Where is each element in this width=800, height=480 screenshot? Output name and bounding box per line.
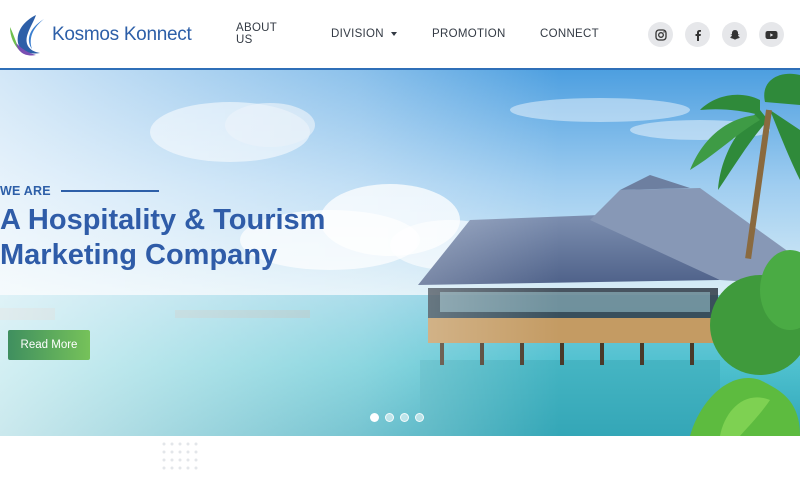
youtube-icon[interactable] bbox=[759, 22, 784, 47]
brand-name: Kosmos Konnect bbox=[52, 24, 192, 45]
carousel-dot-4[interactable] bbox=[415, 413, 424, 422]
hero-banner: WE ARE A Hospitality & Tourism Marketing… bbox=[0, 70, 800, 436]
nav-promotion-label: PROMOTION bbox=[432, 28, 506, 40]
nav-division-label: DIVISION bbox=[331, 28, 384, 40]
snapchat-icon[interactable] bbox=[722, 22, 747, 47]
brand-logo[interactable]: Kosmos Konnect bbox=[6, 12, 192, 58]
nav-connect-label: CONNECT bbox=[540, 28, 599, 40]
hero-headline-line1: A Hospitality & Tourism bbox=[0, 204, 326, 236]
nav-about-us[interactable]: ABOUT US bbox=[236, 22, 277, 46]
carousel-dot-3[interactable] bbox=[400, 413, 409, 422]
read-more-button[interactable]: Read More bbox=[8, 330, 90, 360]
hero-headline-line2: Marketing Company bbox=[0, 239, 278, 271]
carousel-dot-1[interactable] bbox=[370, 413, 379, 422]
nav-promotion[interactable]: PROMOTION bbox=[432, 28, 506, 40]
hero-eyebrow: WE ARE bbox=[0, 184, 159, 198]
nav-about-us-label: ABOUT US bbox=[236, 22, 277, 46]
chevron-down-icon bbox=[390, 32, 397, 36]
hero-eyebrow-divider bbox=[60, 190, 159, 192]
social-links bbox=[648, 22, 784, 47]
carousel-dots bbox=[370, 413, 430, 422]
hero-headline: A Hospitality & Tourism Marketing Compan… bbox=[0, 203, 420, 273]
nav-connect[interactable]: CONNECT bbox=[540, 28, 599, 40]
decorative-dot-pattern bbox=[162, 442, 198, 470]
logo-mark-icon bbox=[10, 15, 44, 56]
facebook-icon[interactable] bbox=[685, 22, 710, 47]
hero-eyebrow-text: WE ARE bbox=[0, 184, 51, 198]
site-header: Kosmos Konnect ABOUT US DIVISION PROMOTI… bbox=[0, 0, 800, 70]
carousel-dot-2[interactable] bbox=[385, 413, 394, 422]
nav-division[interactable]: DIVISION bbox=[331, 28, 397, 40]
instagram-icon[interactable] bbox=[648, 22, 673, 47]
